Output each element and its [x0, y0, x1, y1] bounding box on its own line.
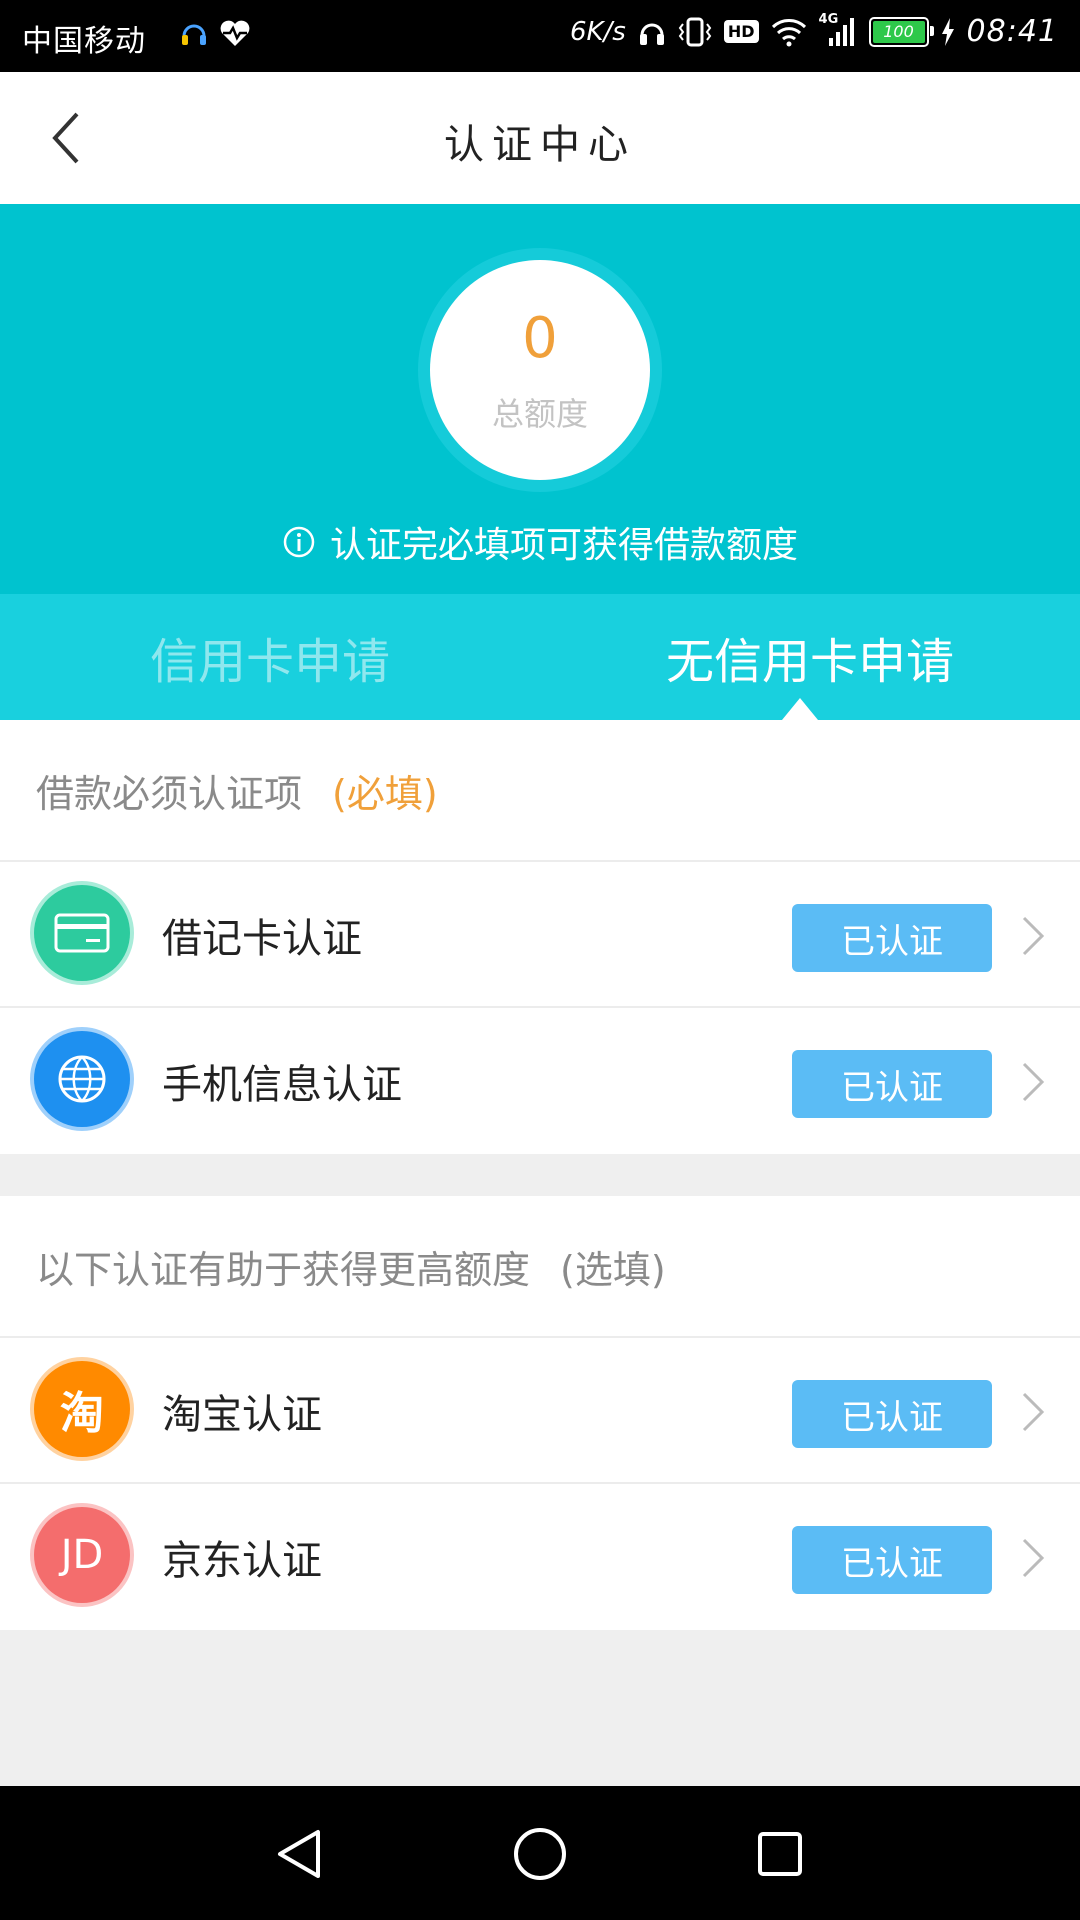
amount-ring: 0 总额度 — [418, 248, 662, 492]
list-item-debit-card[interactable]: 借记卡认证 已认证 — [0, 862, 1080, 1008]
info-icon — [283, 526, 315, 558]
total-amount-value: 0 — [522, 306, 558, 371]
hd-badge: HD — [723, 20, 759, 43]
required-section: 借款必须认证项 (必填) 借记卡认证 已认证 手机信息认证 已认证 — [0, 720, 1080, 1154]
status-right: 6K/s HD 4G 100 08:41 — [569, 12, 1058, 50]
hint-row: 认证完必填项可获得借款额度 — [0, 516, 1080, 568]
optional-tag: (选填) — [560, 1247, 666, 1292]
navigation-bar — [0, 1786, 1080, 1920]
list-item-taobao[interactable]: 淘 淘宝认证 已认证 — [0, 1338, 1080, 1484]
optional-section: 以下认证有助于获得更高额度 (选填) 淘 淘宝认证 已认证 JD 京东认证 已认… — [0, 1196, 1080, 1630]
jd-icon: JD — [34, 1507, 130, 1603]
required-section-title: 借款必须认证项 — [36, 771, 303, 816]
signal-bars-icon — [828, 17, 854, 46]
application-tabs: 信用卡申请 无信用卡申请 — [0, 594, 1080, 720]
hint-text: 认证完必填项可获得借款额度 — [329, 525, 798, 566]
list-item-phone-info[interactable]: 手机信息认证 已认证 — [0, 1008, 1080, 1154]
carrier-label: 中国移动 — [22, 24, 146, 59]
square-recents-icon — [758, 1832, 802, 1876]
list-item-label: 手机信息认证 — [162, 1062, 402, 1108]
triangle-back-icon — [278, 1830, 320, 1878]
required-tag: (必填) — [332, 771, 438, 816]
clock: 08:41 — [966, 14, 1058, 49]
signal-indicator: 4G — [819, 12, 857, 48]
nav-recents-button[interactable] — [744, 1818, 816, 1890]
circle-home-icon — [514, 1828, 566, 1880]
globe-phone-icon — [34, 1031, 130, 1127]
tab-credit-card[interactable]: 信用卡申请 — [0, 594, 540, 720]
status-bar: 中国移动 6K/s HD 4G 100 08:41 — [0, 0, 1080, 72]
headphones-icon — [639, 23, 664, 45]
taobao-icon: 淘 — [34, 1361, 130, 1457]
total-amount-label: 总额度 — [491, 395, 588, 433]
status-badge: 已认证 — [792, 1050, 992, 1118]
nav-back-button[interactable] — [264, 1818, 336, 1890]
chevron-right-icon — [1022, 1392, 1045, 1432]
charging-icon — [941, 17, 954, 46]
status-badge: 已认证 — [792, 1380, 992, 1448]
health-heart-icon — [220, 20, 250, 46]
wifi-icon — [771, 18, 806, 46]
vibrate-icon — [678, 17, 712, 46]
amount-circle: 0 总额度 — [430, 260, 650, 480]
chevron-right-icon — [1022, 916, 1045, 956]
headset-app-icon — [182, 24, 206, 45]
nav-home-button[interactable] — [504, 1818, 576, 1890]
list-item-label: 借记卡认证 — [162, 916, 362, 962]
status-badge: 已认证 — [792, 904, 992, 972]
network-speed: 6K/s — [569, 16, 626, 47]
optional-section-title: 以下认证有助于获得更高额度 — [36, 1247, 531, 1292]
optional-section-header: 以下认证有助于获得更高额度 (选填) — [0, 1196, 1080, 1338]
list-item-jd[interactable]: JD 京东认证 已认证 — [0, 1484, 1080, 1630]
title-bar: 认证中心 — [0, 72, 1080, 204]
page-title: 认证中心 — [444, 122, 636, 168]
battery-level: 100 — [883, 22, 914, 41]
list-item-label: 京东认证 — [162, 1538, 322, 1584]
bank-card-icon — [34, 885, 130, 981]
credit-summary-panel: 0 总额度 认证完必填项可获得借款额度 — [0, 204, 1080, 594]
required-section-header: 借款必须认证项 (必填) — [0, 720, 1080, 862]
battery-icon: 100 — [868, 16, 934, 47]
status-badge: 已认证 — [792, 1526, 992, 1594]
list-item-label: 淘宝认证 — [162, 1392, 322, 1438]
notification-icons — [180, 18, 252, 52]
active-tab-indicator — [782, 698, 818, 720]
chevron-right-icon — [1022, 1538, 1045, 1578]
chevron-right-icon — [1022, 1062, 1045, 1102]
